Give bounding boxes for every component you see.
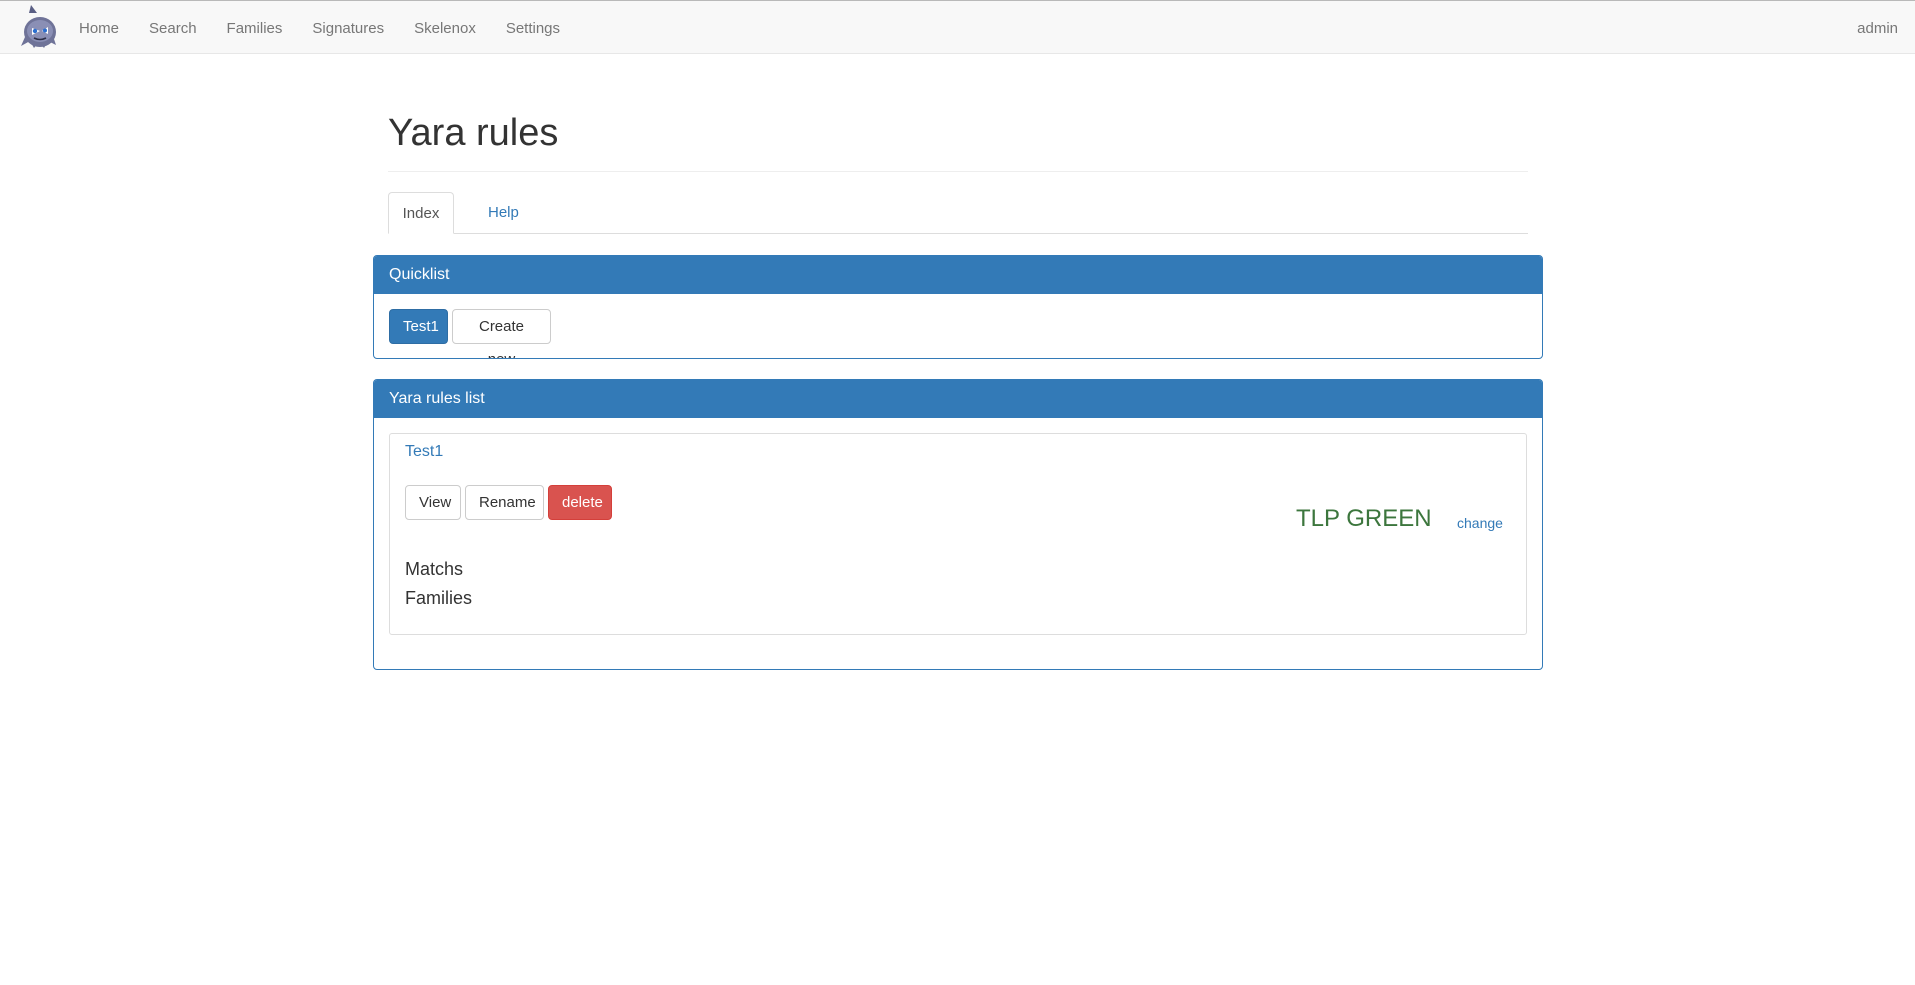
rename-button[interactable]: Rename xyxy=(465,485,544,520)
quicklist-panel: Quicklist Test1 Create new xyxy=(373,255,1543,359)
quicklist-heading: Quicklist xyxy=(374,256,1542,294)
top-navbar: Home Search Families Signatures Skelenox… xyxy=(0,0,1915,54)
tab-index[interactable]: Index xyxy=(388,192,454,234)
tlp-change-link[interactable]: change xyxy=(1457,515,1503,531)
delete-button[interactable]: delete xyxy=(548,485,612,520)
tab-help[interactable]: Help xyxy=(472,192,535,234)
tlp-status: TLP GREEN xyxy=(1296,505,1432,532)
nav-settings[interactable]: Settings xyxy=(506,20,560,37)
rule-name-link[interactable]: Test1 xyxy=(405,443,443,461)
nav-skelenox[interactable]: Skelenox xyxy=(414,20,476,37)
quicklist-test1-button[interactable]: Test1 xyxy=(389,309,448,344)
view-button[interactable]: View xyxy=(405,485,461,520)
header-divider xyxy=(388,171,1528,172)
nav-families[interactable]: Families xyxy=(227,20,283,37)
rule-card: Test1 View Rename delete TLP GREEN chang… xyxy=(389,433,1527,635)
nav-signatures[interactable]: Signatures xyxy=(312,20,384,37)
matchs-section-label: Matchs xyxy=(405,559,464,579)
tab-bar: Index Help xyxy=(388,192,1528,234)
rules-list-heading: Yara rules list xyxy=(374,380,1542,418)
ghost-logo-icon[interactable] xyxy=(17,3,61,51)
yara-rules-list-panel: Yara rules list Test1 View Rename delete… xyxy=(373,379,1543,670)
user-menu[interactable]: admin xyxy=(1857,1,1898,55)
families-section-label: Families xyxy=(405,588,473,608)
nav-home[interactable]: Home xyxy=(79,20,119,37)
create-new-button[interactable]: Create new xyxy=(452,309,551,358)
page-title: Yara rules xyxy=(388,112,559,154)
nav-search[interactable]: Search xyxy=(149,20,197,37)
nav-menu: Home Search Families Signatures Skelenox… xyxy=(79,1,590,55)
